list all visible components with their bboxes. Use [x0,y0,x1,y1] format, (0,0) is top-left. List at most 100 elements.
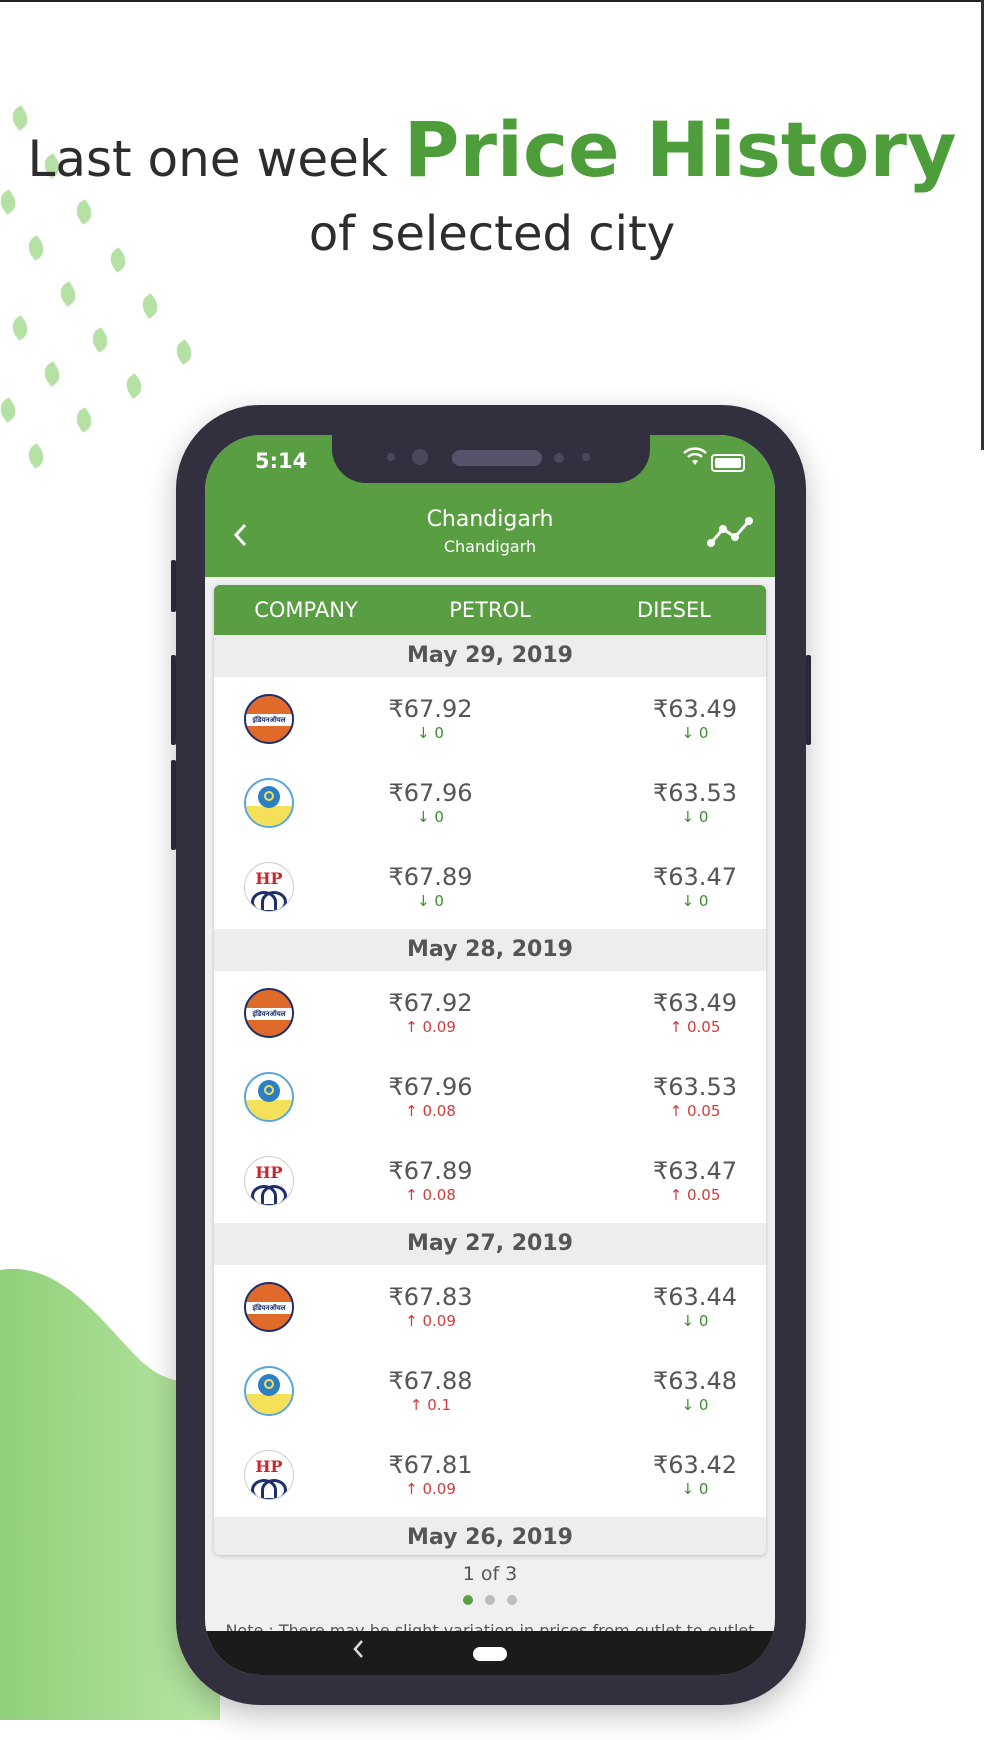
indian-oil-logo-icon: इंडियनऑयल [244,988,294,1038]
price-row[interactable]: इंडियनऑयल ₹67.83 ↑ 0.09 ₹63.44 ↓ 0 [214,1265,766,1349]
hp-logo-icon: HP [244,1450,294,1500]
column-diesel: DIESEL [637,598,711,622]
arrow-down-icon: ↓ [681,808,695,826]
notch [332,435,650,483]
page-dot-3[interactable] [507,1595,517,1605]
headline: Last one week Price History of selected … [0,105,984,264]
petrol-cell: ₹67.96 ↓ 0 [324,779,537,827]
arrow-down-icon: ↓ [417,892,430,910]
diesel-change: ↓ 0 [681,724,709,742]
diesel-change: ↓ 0 [681,1312,709,1330]
petrol-cell: ₹67.92 ↓ 0 [324,695,537,743]
nav-home-button[interactable] [473,1647,507,1661]
top-border [0,0,984,2]
column-petrol: PETROL [449,598,531,622]
arrow-up-icon: ↑ [669,1186,683,1204]
diesel-cell: ₹63.48 ↓ 0 [537,1367,766,1415]
arrow-up-icon: ↑ [669,1018,683,1036]
diesel-change: ↑ 0.05 [669,1186,721,1204]
column-company: COMPANY [254,598,358,622]
arrow-up-icon: ↑ [405,1018,418,1036]
company-cell: इंडियनऑयल [214,694,324,744]
page-dots[interactable] [205,1595,775,1605]
diesel-cell: ₹63.53 ↓ 0 [537,779,766,827]
trend-chart-icon[interactable] [707,513,753,549]
petrol-change: ↑ 0.09 [405,1480,456,1498]
arrow-down-icon: ↓ [681,1396,695,1414]
company-cell: इंडियनऑयल [214,1282,324,1332]
hp-logo-icon: HP [244,862,294,912]
arrow-up-icon: ↑ [405,1102,418,1120]
arrow-down-icon: ↓ [681,724,695,742]
diesel-change: ↑ 0.05 [669,1018,721,1036]
headline-prefix: Last one week [27,130,388,188]
company-cell [214,1366,324,1416]
date-header: May 27, 2019 [214,1223,766,1265]
diesel-cell: ₹63.42 ↓ 0 [537,1451,766,1499]
diesel-cell: ₹63.53 ↑ 0.05 [537,1073,766,1121]
volume-down-button [171,760,176,850]
diesel-cell: ₹63.47 ↑ 0.05 [537,1157,766,1205]
volume-up-button [171,655,176,745]
petrol-cell: ₹67.89 ↑ 0.08 [324,1157,537,1205]
arrow-up-icon: ↑ [405,1186,418,1204]
petrol-cell: ₹67.83 ↑ 0.09 [324,1283,537,1331]
system-nav-bar [205,1631,775,1675]
price-row[interactable]: ₹67.88 ↑ 0.1 ₹63.48 ↓ 0 [214,1349,766,1433]
price-row[interactable]: ₹67.96 ↓ 0 ₹63.53 ↓ 0 [214,761,766,845]
battery-icon [711,454,745,472]
city-subtitle: Chandigarh [443,537,537,556]
diesel-price: ₹63.49 [653,695,737,723]
diesel-change: ↓ 0 [681,1396,709,1414]
date-header: May 28, 2019 [214,929,766,971]
hp-logo-icon: HP [244,1156,294,1206]
bharat-petroleum-logo-icon [244,778,294,828]
diesel-cell: ₹63.49 ↑ 0.05 [537,989,766,1037]
price-row[interactable]: इंडियनऑयल ₹67.92 ↓ 0 ₹63.49 ↓ 0 [214,677,766,761]
price-row[interactable]: HP ₹67.89 ↓ 0 ₹63.47 ↓ 0 [214,845,766,929]
petrol-price: ₹67.83 [388,1283,473,1311]
company-cell: HP [214,862,324,912]
petrol-change: ↑ 0.09 [405,1312,456,1330]
petrol-cell: ₹67.92 ↑ 0.09 [324,989,537,1037]
table-header: COMPANY PETROL DIESEL [214,585,766,635]
petrol-cell: ₹67.88 ↑ 0.1 [324,1367,537,1415]
power-button [806,655,811,745]
price-row[interactable]: इंडियनऑयल ₹67.92 ↑ 0.09 ₹63.49 ↑ 0.05 [214,971,766,1055]
page-dot-1[interactable] [463,1595,473,1605]
arrow-up-icon: ↑ [669,1102,683,1120]
company-cell [214,778,324,828]
diesel-change: ↓ 0 [681,1480,709,1498]
company-cell: इंडियनऑयल [214,988,324,1038]
petrol-change: ↓ 0 [417,724,444,742]
status-time: 5:14 [255,449,308,473]
headline-line1: Last one week Price History [0,105,984,204]
mute-switch [171,560,176,612]
petrol-cell: ₹67.89 ↓ 0 [324,863,537,911]
app-bar: Chandigarh Chandigarh [205,495,775,577]
price-row[interactable]: HP ₹67.81 ↑ 0.09 ₹63.42 ↓ 0 [214,1433,766,1517]
petrol-cell: ₹67.81 ↑ 0.09 [324,1451,537,1499]
nav-back-icon[interactable] [351,1637,367,1667]
diesel-price: ₹63.47 [653,863,737,891]
page-dot-2[interactable] [485,1595,495,1605]
diesel-change: ↓ 0 [681,892,709,910]
petrol-price: ₹67.96 [388,1073,473,1101]
petrol-change: ↓ 0 [417,808,444,826]
diesel-cell: ₹63.49 ↓ 0 [537,695,766,743]
arrow-down-icon: ↓ [681,892,695,910]
petrol-price: ₹67.89 [388,1157,473,1185]
table-body[interactable]: May 29, 2019 इंडियनऑयल ₹67.92 ↓ 0 ₹63.49 ↓ 0 ₹… [214,635,766,1555]
petrol-price: ₹67.88 [388,1367,473,1395]
arrow-up-icon: ↑ [409,1396,423,1414]
price-row[interactable]: HP ₹67.89 ↑ 0.08 ₹63.47 ↑ 0.05 [214,1139,766,1223]
company-cell [214,1072,324,1122]
wifi-icon [683,447,707,473]
diesel-price: ₹63.53 [653,1073,737,1101]
diesel-cell: ₹63.44 ↓ 0 [537,1283,766,1331]
company-cell: HP [214,1156,324,1206]
petrol-change: ↑ 0.1 [409,1396,452,1414]
arrow-up-icon: ↑ [405,1312,418,1330]
arrow-down-icon: ↓ [417,808,430,826]
price-row[interactable]: ₹67.96 ↑ 0.08 ₹63.53 ↑ 0.05 [214,1055,766,1139]
